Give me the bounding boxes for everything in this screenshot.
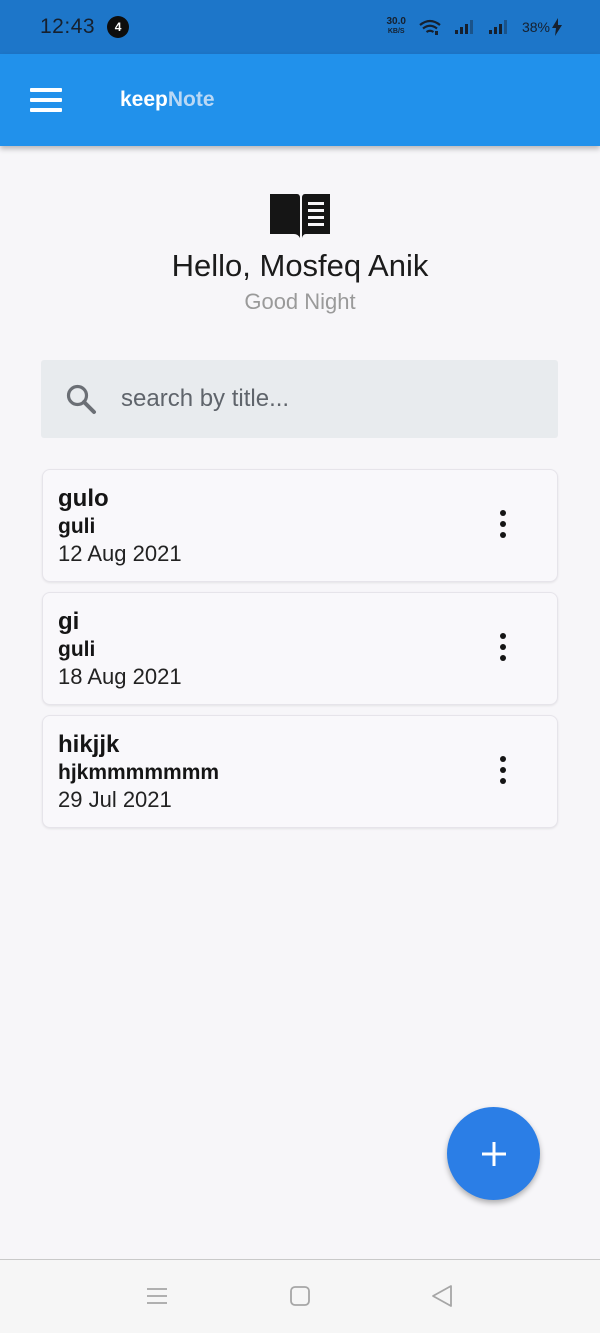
hamburger-icon-line (30, 108, 62, 112)
home-icon (290, 1286, 310, 1306)
charging-bolt-icon (552, 18, 562, 36)
greeting-subtitle: Good Night (244, 289, 356, 314)
note-card[interactable]: gulo guli 12 Aug 2021 (42, 469, 558, 582)
search-bar[interactable] (41, 360, 558, 438)
note-date: 12 Aug 2021 (58, 541, 182, 566)
note-body: guli (58, 515, 96, 538)
note-date: 29 Jul 2021 (58, 787, 172, 812)
network-speed-value: 30.0 (386, 16, 406, 27)
more-vert-icon[interactable] (491, 752, 515, 788)
battery-percent: 38% (521, 19, 550, 35)
signal-icon-sim2 (488, 19, 510, 35)
note-date: 18 Aug 2021 (58, 664, 182, 689)
signal-icon-sim1 (454, 19, 476, 35)
menu-button[interactable] (30, 83, 64, 117)
note-card[interactable]: gi guli 18 Aug 2021 (42, 592, 558, 705)
recent-apps-button[interactable] (145, 1284, 169, 1313)
recents-icon (147, 1288, 167, 1304)
app-title: keepNote (120, 88, 215, 112)
network-speed: 30.0 KB/S (387, 17, 406, 37)
search-icon (65, 383, 97, 415)
status-bar: 12:43 4 30.0 KB/S 38% (0, 0, 600, 54)
status-time: 12:43 (40, 15, 96, 38)
system-nav-bar (0, 1259, 600, 1333)
notification-count-badge: 4 (107, 16, 130, 38)
book-icon (270, 194, 330, 238)
note-title: gi (58, 608, 80, 635)
greeting-title: Hello, Mosfeq Anik (171, 248, 429, 283)
more-vert-icon[interactable] (491, 506, 515, 542)
plus-icon (481, 1141, 506, 1166)
home-button[interactable] (288, 1284, 312, 1313)
hamburger-icon-line (30, 98, 62, 102)
back-button[interactable] (430, 1284, 454, 1313)
app-bar: keepNote (0, 54, 600, 146)
search-input[interactable] (121, 385, 521, 413)
hamburger-icon-line (30, 88, 62, 92)
note-title: gulo (58, 485, 109, 512)
battery-indicator: 38% (522, 18, 562, 36)
network-speed-unit: KB/S (387, 28, 405, 35)
note-title: hikjjk (58, 731, 120, 758)
note-card[interactable]: hikjjk hjkmmmmmmm 29 Jul 2021 (42, 715, 558, 828)
note-body: hjkmmmmmmm (58, 761, 220, 784)
more-vert-icon[interactable] (491, 629, 515, 665)
note-body: guli (58, 638, 96, 661)
wifi-icon (418, 18, 442, 36)
add-note-button[interactable] (447, 1107, 540, 1200)
back-icon (432, 1285, 452, 1307)
status-indicators: 30.0 KB/S 38% (387, 17, 562, 37)
app-title-note: Note (167, 88, 215, 111)
app-title-keep: keep (120, 88, 168, 111)
